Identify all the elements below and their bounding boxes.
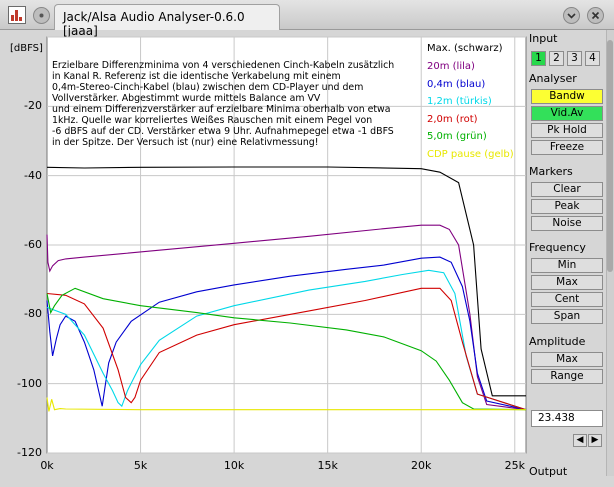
- y-tick-label: -100: [17, 376, 42, 390]
- amplitude-max-button[interactable]: Max: [531, 352, 603, 367]
- x-tick-label: 10k: [223, 459, 245, 472]
- legend-title: Max. (schwarz): [427, 43, 503, 54]
- legend-item: 20m (lila): [427, 61, 475, 72]
- measurement-note: Erzielbare Differenzminima von 4 verschi…: [52, 60, 395, 148]
- legend-item: CDP pause (gelb): [427, 148, 514, 160]
- markers-clear-button[interactable]: Clear: [531, 182, 603, 197]
- output-section-label: Output: [529, 465, 568, 478]
- amplitude-section-label: Amplitude: [529, 335, 586, 348]
- y-tick-label: -20: [24, 99, 42, 113]
- y-tick-label: -120: [17, 446, 42, 459]
- x-tick-label: 0k: [40, 459, 54, 472]
- input-4-button[interactable]: 4: [585, 51, 600, 66]
- x-tick-label: 20k: [411, 459, 432, 472]
- vid-av-button[interactable]: Vid.Av: [531, 106, 603, 121]
- legend-item: 0,4m (blau): [427, 78, 486, 90]
- input-2-button[interactable]: 2: [549, 51, 564, 66]
- x-tick-label: 5k: [133, 459, 148, 472]
- legend-item: 2,0m (rot): [427, 113, 478, 125]
- markers-peak-button[interactable]: Peak: [531, 199, 603, 214]
- frequency-section-label: Frequency: [529, 241, 586, 254]
- freeze-button[interactable]: Freeze: [531, 140, 603, 155]
- value-field[interactable]: 23.438: [531, 410, 603, 427]
- legend-item: 5,0m (grün): [427, 131, 487, 142]
- amplitude-range-button[interactable]: Range: [531, 369, 603, 384]
- frequency-cent-button[interactable]: Cent: [531, 292, 603, 307]
- frequency-span-button[interactable]: Span: [531, 309, 603, 324]
- input-section-label: Input: [529, 32, 558, 45]
- y-tick-label: -40: [24, 168, 42, 182]
- frequency-max-button[interactable]: Max: [531, 275, 603, 290]
- y-tick-label: -60: [24, 238, 42, 251]
- input-3-button[interactable]: 3: [567, 51, 582, 66]
- analyser-section-label: Analyser: [529, 72, 577, 85]
- legend-item: 1,2m (türkis): [427, 96, 492, 107]
- bandw-button[interactable]: Bandw: [531, 89, 603, 104]
- scrollbar-thumb[interactable]: [607, 40, 613, 272]
- arrow-left-icon[interactable]: ◀: [573, 434, 587, 447]
- y-tick-label: -80: [24, 307, 42, 321]
- frequency-min-button[interactable]: Min: [531, 258, 603, 273]
- arrow-right-icon[interactable]: ▶: [588, 434, 602, 447]
- markers-section-label: Markers: [529, 165, 573, 178]
- input-1-button[interactable]: 1: [531, 51, 546, 66]
- y-axis-unit: [dBFS]: [10, 43, 43, 54]
- pk-hold-button[interactable]: Pk Hold: [531, 123, 603, 138]
- markers-noise-button[interactable]: Noise: [531, 216, 603, 231]
- x-tick-label: 15k: [317, 459, 338, 472]
